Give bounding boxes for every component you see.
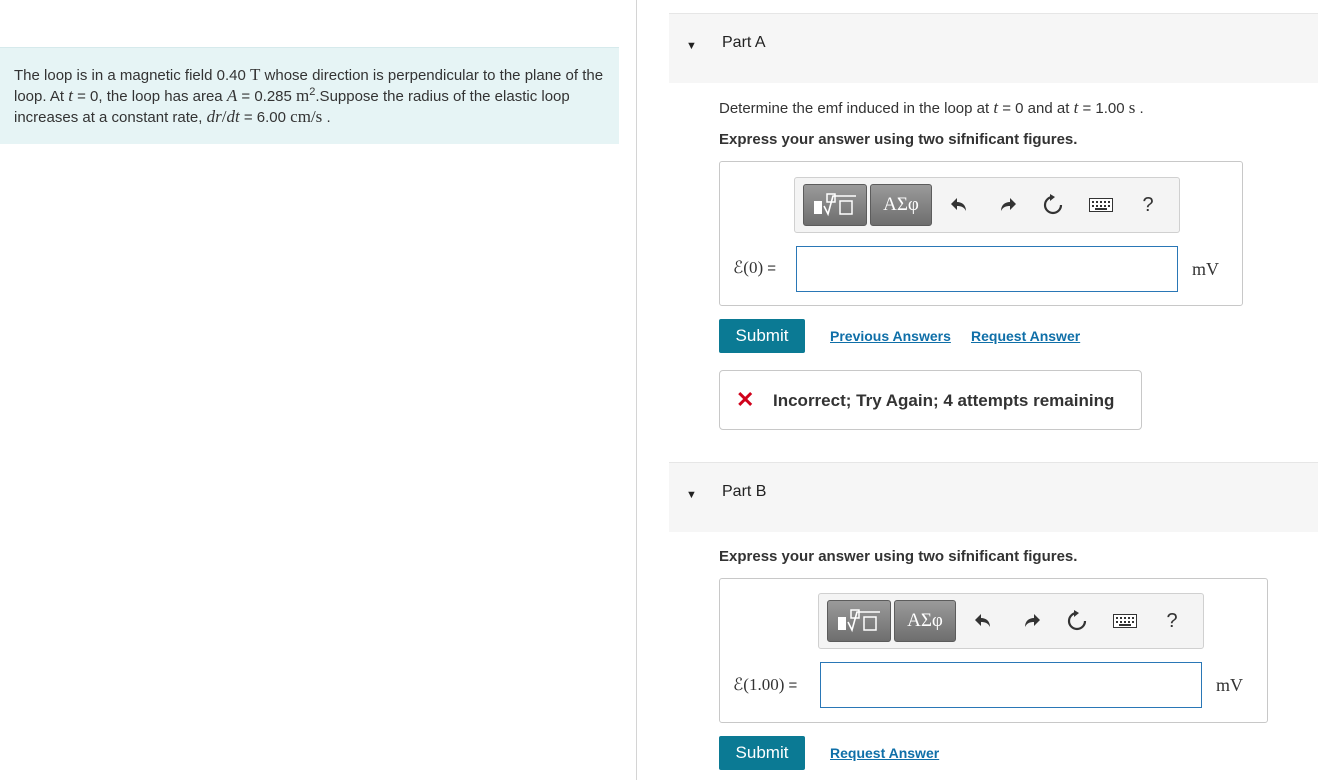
- keyboard-icon[interactable]: [1088, 192, 1114, 218]
- problem-text: .: [322, 109, 331, 126]
- greek-symbols-button[interactable]: ΑΣφ: [894, 600, 956, 642]
- part-a-instruction: Express your answer using two sifnifican…: [719, 131, 1078, 148]
- feedback-text: Incorrect; Try Again; 4 attempts remaini…: [773, 391, 1115, 410]
- undo-icon[interactable]: [970, 608, 996, 634]
- part-b-submit-button[interactable]: Submit: [719, 736, 805, 770]
- feedback-message: ✕ Incorrect; Try Again; 4 attempts remai…: [719, 370, 1142, 430]
- part-a-submit-button[interactable]: Submit: [719, 319, 805, 353]
- part-b-header[interactable]: ▼ Part B: [669, 462, 1318, 532]
- unit-tesla: T: [249, 65, 261, 84]
- math-toolbar: ΑΣφ ?: [794, 177, 1180, 233]
- keyboard-icon[interactable]: [1112, 608, 1138, 634]
- request-answer-link[interactable]: Request Answer: [971, 328, 1080, 344]
- part-b-instruction: Express your answer using two sifnifican…: [719, 548, 1078, 565]
- templates-button[interactable]: [803, 184, 867, 226]
- equals-sign: =: [763, 260, 777, 277]
- unit-label: mV: [1192, 259, 1219, 279]
- redo-icon[interactable]: [995, 192, 1021, 218]
- part-b-answer-box: ΑΣφ ? ℰ(1.00) = mV: [719, 578, 1268, 723]
- emf-1-input[interactable]: [820, 662, 1202, 708]
- problem-text: = 0, the loop has area: [72, 88, 227, 105]
- part-a-answer-box: ΑΣφ ? ℰ(0) = mV: [719, 161, 1243, 306]
- undo-icon[interactable]: [946, 192, 972, 218]
- problem-text: = 0.285: [237, 88, 297, 105]
- help-icon[interactable]: ?: [1135, 192, 1161, 218]
- unit-meter: m: [296, 86, 310, 105]
- emf-symbol: ℰ(0): [733, 258, 764, 277]
- templates-button[interactable]: [827, 600, 891, 642]
- math-toolbar: ΑΣφ ?: [818, 593, 1204, 649]
- question-text: .: [1135, 100, 1144, 117]
- reset-icon[interactable]: [1064, 608, 1090, 634]
- templates-icon: [814, 193, 856, 217]
- problem-statement: The loop is in a magnetic field 0.40 T w…: [0, 47, 619, 144]
- greek-symbols-button[interactable]: ΑΣφ: [870, 184, 932, 226]
- incorrect-x-icon: ✕: [736, 387, 755, 412]
- redo-icon[interactable]: [1019, 608, 1045, 634]
- part-a-header[interactable]: ▼ Part A: [669, 13, 1318, 83]
- unit-label: mV: [1216, 675, 1243, 695]
- question-text: Determine the emf induced in the loop at: [719, 100, 994, 117]
- problem-text: = 6.00: [239, 109, 291, 126]
- templates-icon: [838, 609, 880, 633]
- var-area: A: [226, 86, 238, 105]
- part-b-title: Part B: [722, 483, 767, 500]
- previous-answers-link[interactable]: Previous Answers: [830, 328, 951, 344]
- request-answer-link[interactable]: Request Answer: [830, 745, 939, 761]
- equals-sign: =: [784, 677, 798, 694]
- collapse-triangle-icon[interactable]: ▼: [686, 40, 697, 52]
- unit-cm-per-s: cm/s: [290, 107, 323, 126]
- reset-icon[interactable]: [1040, 192, 1066, 218]
- var-dr: dr: [206, 107, 222, 126]
- left-pane: The loop is in a magnetic field 0.40 T w…: [0, 0, 637, 780]
- problem-text: The loop is in a magnetic field 0.40: [14, 67, 250, 84]
- question-text: = 0 and at: [998, 100, 1074, 117]
- question-text: = 1.00: [1078, 100, 1129, 117]
- part-a-title: Part A: [722, 34, 766, 51]
- var-dt: dt: [226, 107, 240, 126]
- emf-symbol: ℰ(1.00): [733, 675, 785, 694]
- emf-label: ℰ(1.00) =: [733, 675, 797, 695]
- collapse-triangle-icon[interactable]: ▼: [686, 489, 697, 501]
- emf-label: ℰ(0) =: [733, 258, 776, 278]
- help-icon[interactable]: ?: [1159, 608, 1185, 634]
- emf-0-input[interactable]: [796, 246, 1178, 292]
- part-a-question: Determine the emf induced in the loop at…: [719, 98, 1144, 118]
